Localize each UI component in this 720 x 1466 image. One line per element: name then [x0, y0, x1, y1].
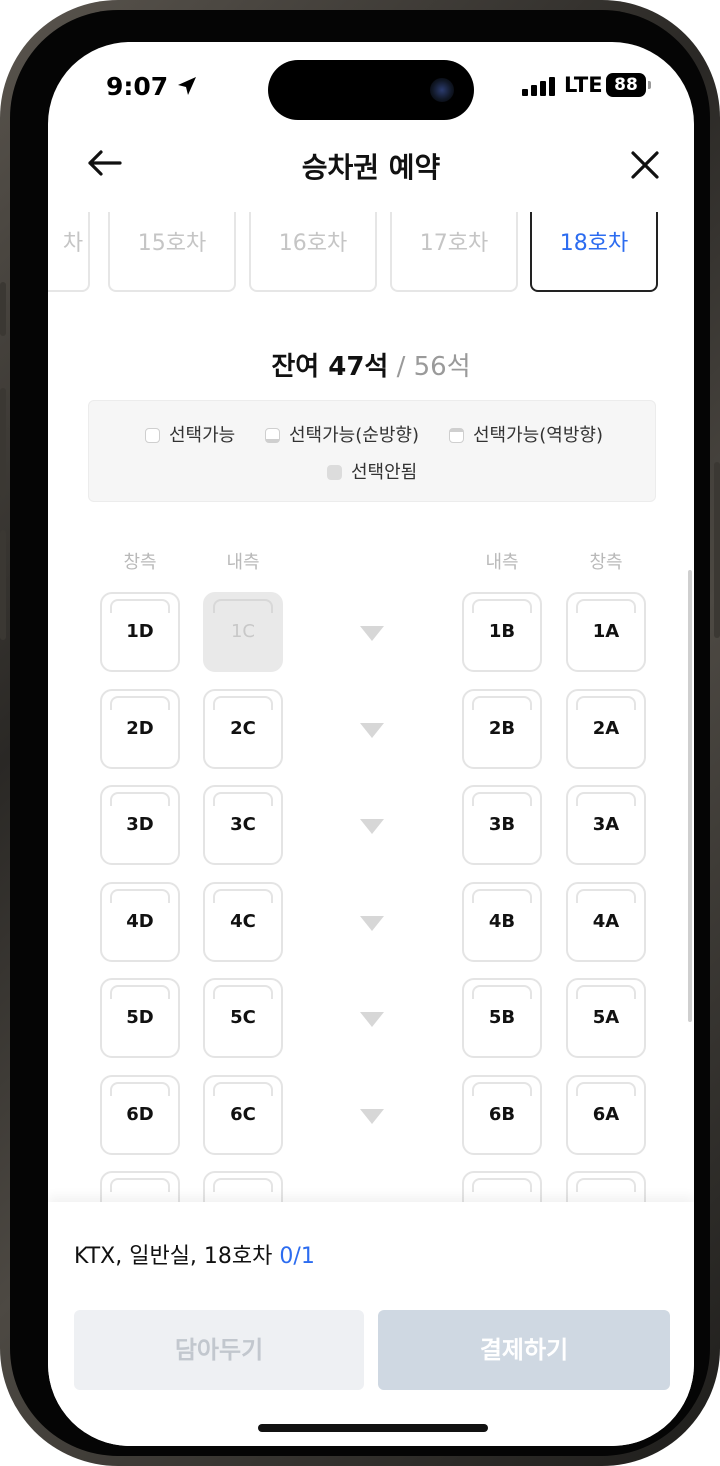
seat-5b[interactable]: 5B	[462, 978, 542, 1058]
selection-info: KTX, 일반실, 18호차	[74, 1244, 273, 1269]
direction-arrow-icon	[360, 819, 384, 834]
tab-car-16[interactable]: 16호차	[249, 212, 377, 292]
seat-6a[interactable]: 6A	[566, 1075, 646, 1155]
tab-car-18[interactable]: 18호차	[530, 212, 658, 292]
legend-forward: 선택가능(순방향)	[265, 421, 419, 447]
screen: 9:07 LTE 88 승차권 예약 차 15호차 16호차 17호차 18호차…	[48, 42, 694, 1446]
seat-3c[interactable]: 3C	[203, 785, 283, 865]
tab-car-14[interactable]: 차	[48, 212, 90, 292]
battery-tip	[648, 81, 651, 89]
reverse-seat-icon	[449, 428, 464, 443]
legend-unavailable: 선택안됨	[327, 458, 417, 484]
home-indicator[interactable]	[258, 1424, 488, 1432]
remaining-seats: 잔여 47석	[271, 352, 389, 382]
column-label-window-left: 창측	[123, 552, 157, 573]
location-arrow-icon	[178, 77, 196, 95]
tab-car-15[interactable]: 15호차	[108, 212, 236, 292]
selection-summary: KTX, 일반실, 18호차 0/1	[74, 1238, 315, 1270]
seat-5d[interactable]: 5D	[100, 978, 180, 1058]
seat-separator: /	[388, 352, 414, 382]
direction-arrow-icon	[360, 1109, 384, 1124]
forward-seat-icon	[265, 428, 280, 443]
seat-3a[interactable]: 3A	[566, 785, 646, 865]
seat-count: 잔여 47석 / 56석	[48, 346, 694, 383]
battery-indicator: 88	[606, 73, 646, 97]
pay-button[interactable]: 결제하기	[378, 1310, 670, 1390]
seat-legend: 선택가능 선택가능(순방향) 선택가능(역방향) 선택안됨	[88, 400, 656, 502]
seat-2d[interactable]: 2D	[100, 689, 180, 769]
seat-5a[interactable]: 5A	[566, 978, 646, 1058]
power-button	[714, 462, 720, 638]
available-seat-icon	[145, 428, 160, 443]
page-title: 승차권 예약	[301, 151, 441, 184]
total-seats: 56석	[413, 352, 471, 382]
selection-count: 0/1	[279, 1244, 315, 1269]
phone-frame: 9:07 LTE 88 승차권 예약 차 15호차 16호차 17호차 18호차…	[0, 0, 720, 1466]
legend-available: 선택가능	[145, 421, 235, 447]
save-for-later-button[interactable]: 담아두기	[74, 1310, 364, 1390]
status-time: 9:07	[106, 72, 169, 101]
seat-6c[interactable]: 6C	[203, 1075, 283, 1155]
unavailable-seat-icon	[327, 465, 342, 480]
seat-3d[interactable]: 3D	[100, 785, 180, 865]
network-type: LTE	[564, 73, 603, 97]
tab-car-17[interactable]: 17호차	[390, 212, 518, 292]
seat-3b[interactable]: 3B	[462, 785, 542, 865]
seat-5c[interactable]: 5C	[203, 978, 283, 1058]
direction-arrow-icon	[360, 723, 384, 738]
dynamic-island	[268, 60, 474, 120]
seat-1b[interactable]: 1B	[462, 592, 542, 672]
seat-1d[interactable]: 1D	[100, 592, 180, 672]
action-button	[0, 282, 6, 336]
volume-down-button	[0, 530, 6, 640]
seat-2c[interactable]: 2C	[203, 689, 283, 769]
seat-2b[interactable]: 2B	[462, 689, 542, 769]
direction-arrow-icon	[360, 626, 384, 641]
column-label-aisle-left: 내측	[226, 552, 260, 573]
direction-arrow-icon	[360, 1012, 384, 1027]
seat-1a[interactable]: 1A	[566, 592, 646, 672]
bezel: 9:07 LTE 88 승차권 예약 차 15호차 16호차 17호차 18호차…	[10, 10, 710, 1456]
column-label-window-right: 창측	[589, 552, 623, 573]
cellular-signal-icon	[522, 76, 556, 96]
seat-2a[interactable]: 2A	[566, 689, 646, 769]
seat-4b[interactable]: 4B	[462, 882, 542, 962]
front-camera	[430, 78, 454, 102]
volume-up-button	[0, 388, 6, 498]
seat-6d[interactable]: 6D	[100, 1075, 180, 1155]
seat-4a[interactable]: 4A	[566, 882, 646, 962]
seat-1c: 1C	[203, 592, 283, 672]
booking-footer: KTX, 일반실, 18호차 0/1 담아두기 결제하기	[48, 1202, 694, 1446]
column-label-aisle-right: 내측	[485, 552, 519, 573]
seat-4c[interactable]: 4C	[203, 882, 283, 962]
tab-label: 차	[62, 231, 84, 256]
legend-reverse: 선택가능(역방향)	[449, 421, 603, 447]
close-icon[interactable]	[630, 150, 660, 180]
scrollbar[interactable]	[688, 570, 692, 1022]
seat-6b[interactable]: 6B	[462, 1075, 542, 1155]
seat-4d[interactable]: 4D	[100, 882, 180, 962]
direction-arrow-icon	[360, 916, 384, 931]
